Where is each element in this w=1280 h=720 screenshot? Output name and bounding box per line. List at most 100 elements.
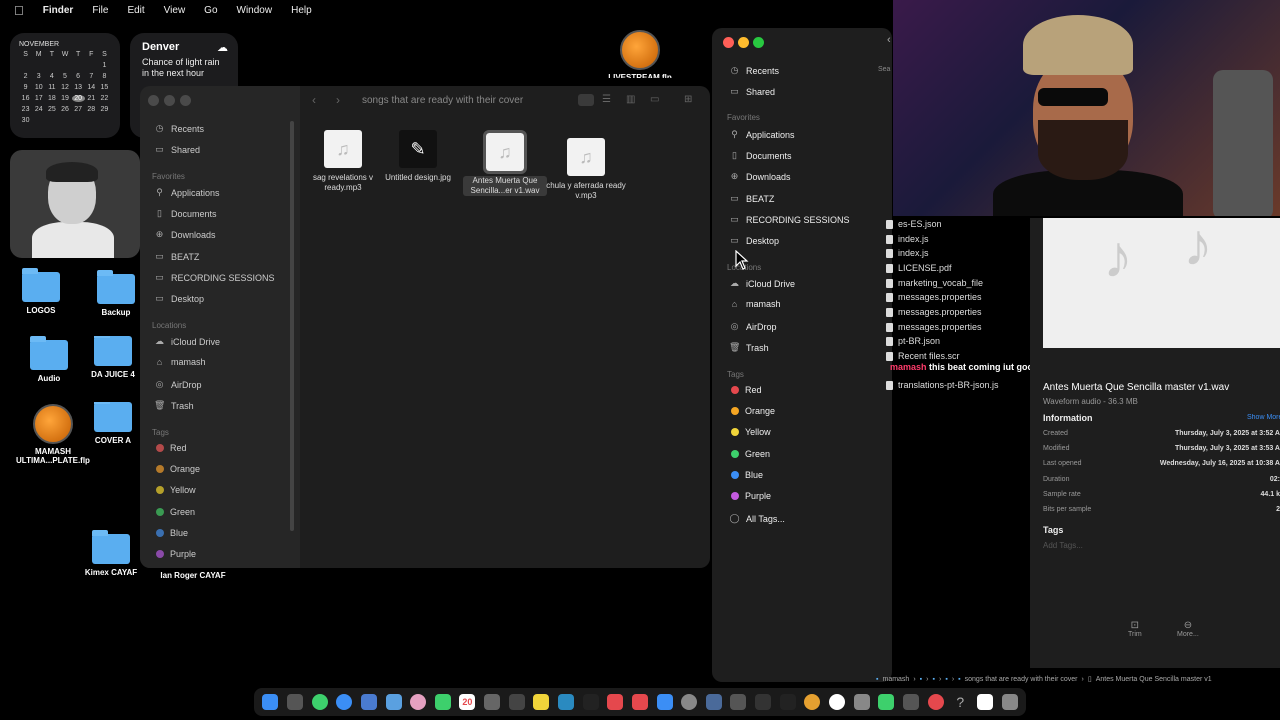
tag-purple[interactable]: Purple xyxy=(156,549,196,559)
tag-orange[interactable]: Orange xyxy=(731,406,775,416)
back-icon[interactable]: ‹ xyxy=(312,93,316,107)
desktop-folder-da-juice[interactable]: DA JUICE 4 xyxy=(88,336,138,379)
terminal-dock-icon[interactable] xyxy=(755,694,772,710)
column-view-icon[interactable]: ▥ xyxy=(626,94,635,105)
desktop-folder-cover-a[interactable]: COVER A xyxy=(88,402,138,445)
calendar-widget[interactable]: NOVEMBER S M T W T F S 1 2 3 4 5 6 7 8 9 10 11 12 13 14 15 16 1… xyxy=(10,33,120,138)
sidebar-item-recents[interactable]: ◷ Recents xyxy=(729,65,779,76)
sidebar-item-recents[interactable]: ◷ Recents xyxy=(154,123,204,134)
desktop-file-livestream[interactable]: LIVESTREAM.flp xyxy=(600,30,680,78)
sidebar-item-icloud[interactable]: ☁ iCloud Drive xyxy=(729,278,795,289)
finder-window-secondary[interactable]: ‹ ◷ Recents ▭ Shared Favorites ⚲ Applicatio… xyxy=(712,28,892,682)
sidebar-item-downloads[interactable]: ⊕ Downloads xyxy=(154,229,216,240)
add-tags-field[interactable]: Add Tags... xyxy=(1043,541,1083,550)
folder-icon[interactable]: ▪ xyxy=(933,676,935,683)
sidebar-item-beatz[interactable]: ▭ BEATZ xyxy=(729,193,774,204)
list-item[interactable]: es-ES.json xyxy=(886,219,942,229)
desktop-folder-kimex[interactable]: Kimex CAYAF xyxy=(71,530,151,577)
folder-icon[interactable]: ▪ xyxy=(920,676,922,683)
photo-widget[interactable] xyxy=(10,150,140,258)
gallery-view-icon[interactable]: ▭ xyxy=(650,94,659,105)
list-view-icon[interactable]: ☰ xyxy=(602,94,611,105)
help-dock-icon[interactable]: ? xyxy=(952,694,968,710)
path-item[interactable]: mamash xyxy=(882,676,909,683)
tag-orange[interactable]: Orange xyxy=(156,464,200,474)
capcut-dock-icon[interactable] xyxy=(730,694,747,710)
list-item[interactable]: messages.properties xyxy=(886,322,982,332)
desktop-file-mamash-flp[interactable]: MAMASH ULTIMA...PLATE.flp xyxy=(13,404,93,465)
path-item[interactable]: Antes Muerta Que Sencilla master v1 xyxy=(1096,676,1212,683)
sidebar-item-desktop[interactable]: ▭ Desktop xyxy=(154,293,204,304)
fl-studio-dock-icon[interactable] xyxy=(804,694,821,710)
menu-go[interactable]: Go xyxy=(204,5,217,16)
sidebar-item-all-tags[interactable]: ◯ All Tags... xyxy=(729,513,784,524)
sidebar-item-mamash[interactable]: ⌂ mamash xyxy=(729,299,781,309)
menu-edit[interactable]: Edit xyxy=(127,5,144,16)
obs-dock-icon[interactable] xyxy=(779,694,796,710)
apple-icon[interactable]:  xyxy=(14,3,24,18)
tag-blue[interactable]: Blue xyxy=(731,470,763,480)
photos-dock-icon[interactable] xyxy=(410,694,427,710)
sidebar-item-icloud[interactable]: ☁ iCloud Drive xyxy=(154,336,220,347)
davinci-dock-icon[interactable] xyxy=(705,694,722,710)
sidebar-scrollbar[interactable] xyxy=(290,121,294,531)
desktop-folder-audio[interactable]: Audio xyxy=(9,336,89,383)
menu-file[interactable]: File xyxy=(92,5,108,16)
sidebar-item-documents[interactable]: ▯ Documents xyxy=(154,208,217,219)
settings-dock-icon[interactable] xyxy=(681,694,698,710)
sidebar-item-airdrop[interactable]: ◎ AirDrop xyxy=(729,321,777,332)
downloads-dock-icon[interactable] xyxy=(976,694,993,710)
sidebar-item-mamash[interactable]: ⌂ mamash xyxy=(154,357,206,367)
utility-dock-icon[interactable] xyxy=(853,694,870,710)
zoom-button[interactable] xyxy=(753,37,764,48)
app-store-dock-icon[interactable] xyxy=(656,694,673,710)
menu-view[interactable]: View xyxy=(164,5,186,16)
music-dock-icon[interactable] xyxy=(607,694,624,710)
list-item[interactable]: marketing_vocab_file xyxy=(886,278,983,288)
desktop-label-ian-roger[interactable]: Ian Roger CAYAF xyxy=(153,571,233,580)
menu-finder[interactable]: Finder xyxy=(43,5,74,16)
tag-red[interactable]: Red xyxy=(156,443,187,453)
file-chula-y-aferrada[interactable]: ♫ chula y aferrada ready v.mp3 xyxy=(544,138,628,201)
trim-button[interactable]: ⊡ Trim xyxy=(1128,620,1142,638)
group-icon[interactable]: ⊞ xyxy=(684,94,692,105)
chrome-dock-icon[interactable] xyxy=(829,694,846,710)
list-item[interactable]: index.js xyxy=(886,248,929,258)
minimize-button[interactable] xyxy=(738,37,749,48)
list-item[interactable]: Recent files.scr xyxy=(886,351,960,361)
path-item[interactable]: songs that are ready with their cover xyxy=(965,676,1078,683)
tag-blue[interactable]: Blue xyxy=(156,528,188,538)
sidebar-item-desktop[interactable]: ▭ Desktop xyxy=(729,235,779,246)
show-more-link[interactable]: Show More xyxy=(1247,414,1280,421)
list-item[interactable]: LICENSE.pdf xyxy=(886,263,952,273)
tv-dock-icon[interactable] xyxy=(582,694,599,710)
list-item[interactable]: messages.properties xyxy=(886,307,982,317)
app-dock-icon[interactable] xyxy=(878,694,895,710)
app2-dock-icon[interactable] xyxy=(902,694,919,710)
safari-dock-icon[interactable] xyxy=(336,694,353,710)
facetime-dock-icon[interactable] xyxy=(434,694,451,710)
folder-icon[interactable]: ▪ xyxy=(945,676,947,683)
more-button[interactable]: ⊖ More... xyxy=(1177,620,1199,638)
file-sag-revelations[interactable]: ♫ sag revelations v ready.mp3 xyxy=(301,130,385,193)
list-item[interactable]: index.js xyxy=(886,234,929,244)
sidebar-item-documents[interactable]: ▯ Documents xyxy=(729,150,792,161)
sidebar-item-trash[interactable]: 🗑 Trash xyxy=(729,342,769,353)
mail-dock-icon[interactable] xyxy=(360,694,377,710)
sidebar-item-downloads[interactable]: ⊕ Downloads xyxy=(729,171,791,182)
tag-purple[interactable]: Purple xyxy=(731,491,771,501)
close-button[interactable] xyxy=(723,37,734,48)
sidebar-item-recording-sessions[interactable]: ▭ RECORDING SESSIONS xyxy=(154,272,274,283)
list-item[interactable]: messages.properties xyxy=(886,292,982,302)
desktop-folder-logos[interactable]: LOGOS xyxy=(1,268,81,315)
sidebar-item-shared[interactable]: ▭ Shared xyxy=(154,144,200,155)
tag-yellow[interactable]: Yellow xyxy=(156,485,196,495)
forward-icon[interactable]: › xyxy=(336,93,340,107)
sidebar-item-applications[interactable]: ⚲ Applications xyxy=(729,129,794,140)
sidebar-item-applications[interactable]: ⚲ Applications xyxy=(154,187,219,198)
sidebar-item-airdrop[interactable]: ◎ AirDrop xyxy=(154,379,202,390)
messages-dock-icon[interactable] xyxy=(311,694,328,710)
calendar-dock-icon[interactable]: 20 xyxy=(459,694,476,710)
menu-help[interactable]: Help xyxy=(291,5,312,16)
list-item[interactable]: translations-pt-BR-json.js xyxy=(886,380,999,390)
